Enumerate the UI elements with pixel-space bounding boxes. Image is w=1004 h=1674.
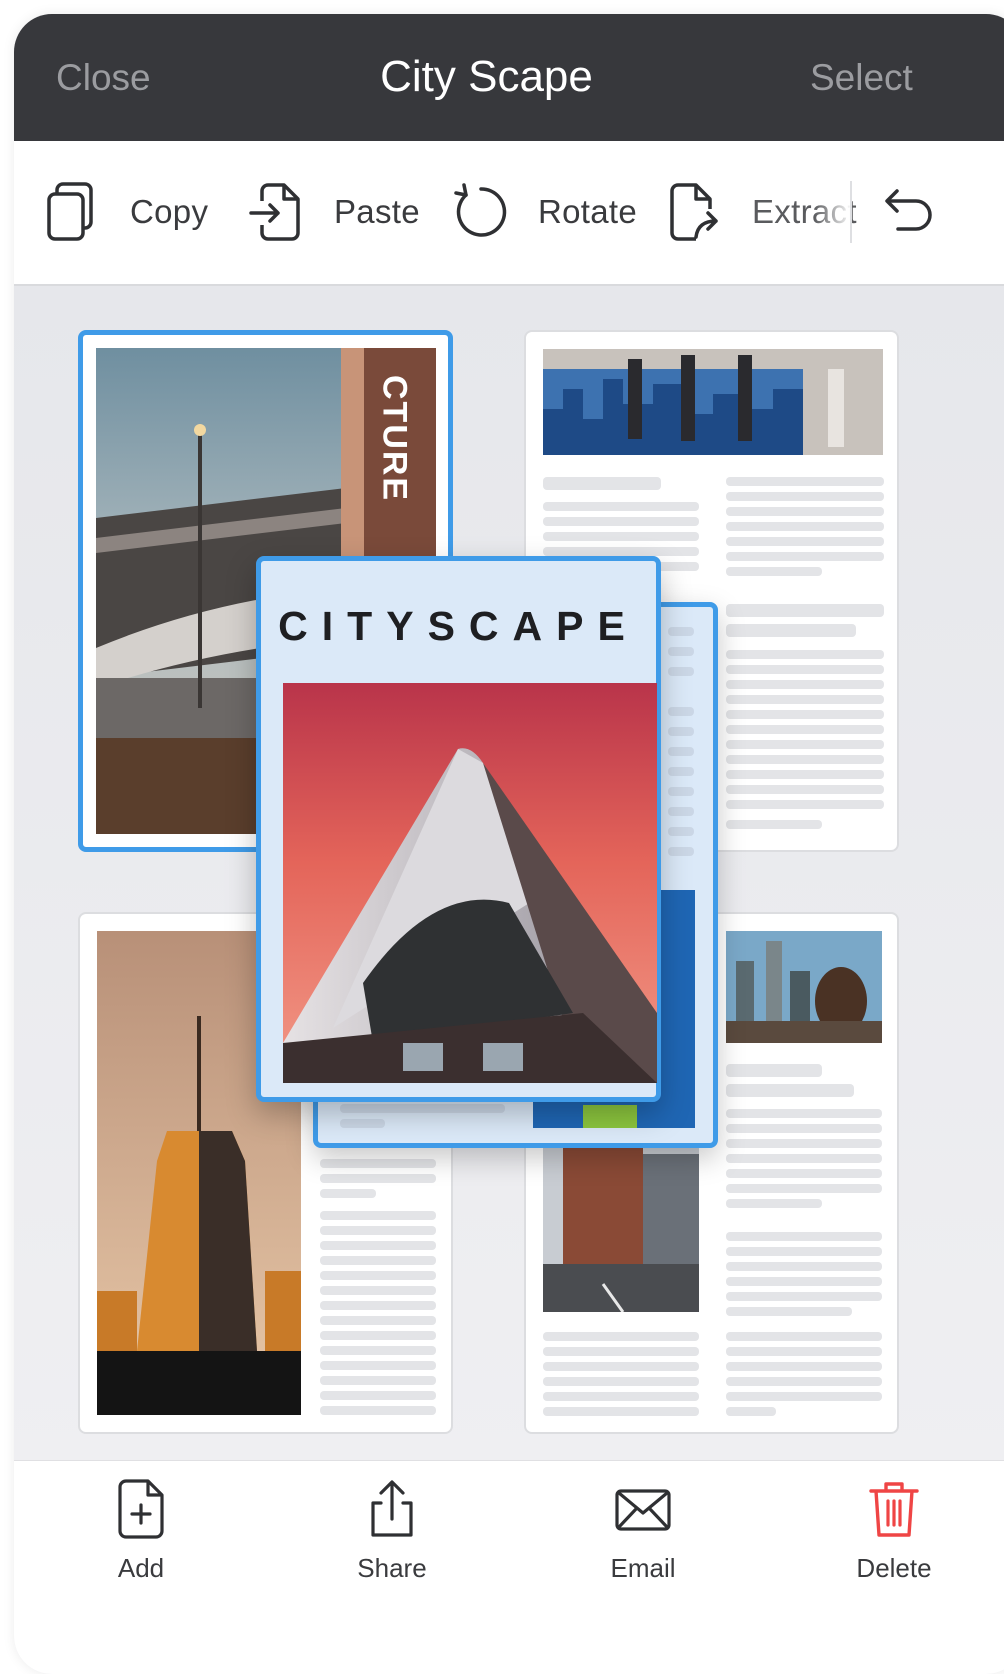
toolbar-fade bbox=[814, 176, 852, 246]
add-label: Add bbox=[117, 1553, 165, 1583]
paste-icon bbox=[249, 183, 300, 241]
copy-label: Copy bbox=[130, 193, 209, 230]
email-button[interactable]: Email bbox=[563, 1479, 723, 1584]
rotate-label: Rotate bbox=[538, 193, 638, 230]
copy-tool[interactable]: Copy bbox=[44, 181, 208, 243]
extract-icon bbox=[670, 183, 718, 241]
architecture-vertical-text: CTURE bbox=[375, 375, 414, 503]
trash-icon bbox=[869, 1482, 919, 1537]
toolbar-divider bbox=[850, 181, 852, 243]
street-photo bbox=[543, 1144, 699, 1312]
bottom-action-bar: Add Share Email Delete bbox=[14, 1460, 1004, 1674]
delete-button[interactable]: Delete bbox=[814, 1479, 974, 1584]
cover-title: CITYSCAPE bbox=[278, 603, 639, 649]
dragged-page-cover[interactable]: CITYSCAPE bbox=[256, 556, 661, 1102]
share-icon bbox=[371, 1480, 413, 1537]
share-label: Share bbox=[357, 1553, 427, 1583]
share-button[interactable]: Share bbox=[312, 1479, 472, 1584]
rotate-tool[interactable]: Rotate bbox=[452, 181, 637, 243]
select-button[interactable]: Select bbox=[810, 57, 913, 99]
cover-building-photo bbox=[283, 683, 657, 1083]
page-grid: CTURE CITYSCAPE bbox=[14, 286, 1004, 1471]
email-label: Email bbox=[610, 1553, 676, 1583]
mural-photo bbox=[543, 349, 883, 455]
copy-icon bbox=[47, 182, 93, 241]
undo-icon bbox=[885, 189, 932, 231]
back-page-image-accent bbox=[583, 1105, 637, 1128]
header-bar: Close City Scape Select bbox=[14, 14, 1004, 141]
undo-button[interactable] bbox=[880, 181, 938, 243]
email-icon bbox=[615, 1489, 671, 1531]
delete-label: Delete bbox=[856, 1553, 932, 1583]
document-title: City Scape bbox=[380, 52, 593, 101]
skyline-photo bbox=[726, 931, 882, 1043]
close-button[interactable]: Close bbox=[56, 57, 151, 99]
page-toolbar: Copy Paste Rotate Extract bbox=[14, 141, 1004, 286]
paste-tool[interactable]: Paste bbox=[248, 181, 420, 243]
paste-label: Paste bbox=[334, 193, 420, 230]
add-page-icon bbox=[118, 1479, 164, 1539]
app-window: Close City Scape Select Copy Paste Rotat… bbox=[14, 14, 1004, 1674]
rotate-icon bbox=[454, 183, 507, 237]
add-button[interactable]: Add bbox=[61, 1479, 221, 1584]
